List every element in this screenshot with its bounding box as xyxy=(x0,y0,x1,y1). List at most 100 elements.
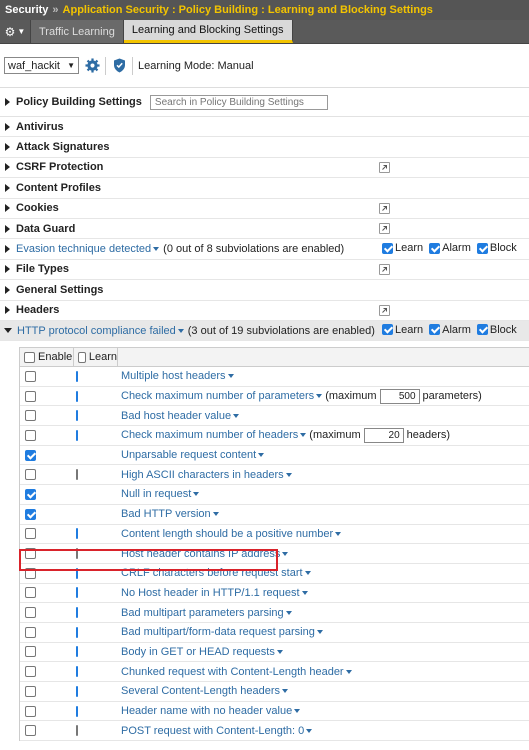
gear-icon[interactable] xyxy=(84,58,100,74)
learn-checkbox[interactable] xyxy=(382,242,393,254)
learn-checkbox[interactable] xyxy=(382,324,393,336)
section-row[interactable]: Data Guard xyxy=(0,219,529,240)
dropdown-arrow-icon[interactable] xyxy=(294,709,301,714)
dropdown-arrow-icon[interactable] xyxy=(316,630,323,635)
dropdown-arrow-icon[interactable] xyxy=(177,328,184,333)
subviolation-label[interactable]: Check maximum number of headers (maximum 2… xyxy=(121,427,450,443)
subviolation-name[interactable]: Several Content-Length headers xyxy=(121,685,280,697)
subviolation-name[interactable]: Bad HTTP version xyxy=(121,508,211,520)
dropdown-arrow-icon[interactable] xyxy=(345,669,352,674)
learn-checkbox[interactable] xyxy=(76,725,78,737)
learn-checkbox[interactable] xyxy=(76,567,78,579)
dropdown-arrow-icon[interactable] xyxy=(316,394,323,399)
learn-checkbox[interactable] xyxy=(76,528,78,540)
dropdown-arrow-icon[interactable] xyxy=(282,551,289,556)
alarm-flag[interactable]: Alarm xyxy=(427,324,471,336)
dropdown-arrow-icon[interactable] xyxy=(301,590,308,595)
block-checkbox[interactable] xyxy=(476,242,488,254)
subviolation-name[interactable]: Null in request xyxy=(121,488,191,500)
dropdown-arrow-icon[interactable] xyxy=(153,247,160,252)
section-row[interactable]: File Types xyxy=(0,260,529,281)
subviolation-name[interactable]: Multiple host headers xyxy=(121,370,226,382)
learn-flag[interactable]: Learn xyxy=(380,324,423,336)
learn-flag[interactable]: Learn xyxy=(380,242,423,254)
learn-checkbox[interactable] xyxy=(76,370,78,382)
learn-checkbox[interactable] xyxy=(76,410,78,422)
learn-checkbox[interactable] xyxy=(76,685,78,697)
dropdown-arrow-icon[interactable] xyxy=(285,472,292,477)
subviolation-name[interactable]: POST request with Content-Length: 0 xyxy=(121,725,304,737)
learn-checkbox[interactable] xyxy=(76,705,78,717)
subviolation-label[interactable]: No Host header in HTTP/1.1 request xyxy=(121,587,308,599)
subviolation-label[interactable]: Unparsable request content xyxy=(121,449,265,461)
open-external-icon[interactable] xyxy=(379,202,390,214)
limit-value-input[interactable]: 20 xyxy=(363,427,404,443)
learn-checkbox[interactable] xyxy=(76,646,78,658)
enable-all-checkbox[interactable] xyxy=(24,351,35,363)
open-external-icon[interactable] xyxy=(379,263,390,275)
learn-all-checkbox[interactable] xyxy=(78,351,86,363)
subviolation-label[interactable]: Chunked request with Content-Length head… xyxy=(121,666,352,678)
subviolation-name[interactable]: CRLF characters before request start xyxy=(121,567,303,579)
subviolation-label[interactable]: Multiple host headers xyxy=(121,370,234,382)
subviolation-name[interactable]: Chunked request with Content-Length head… xyxy=(121,666,344,678)
learn-checkbox[interactable] xyxy=(76,390,78,402)
dropdown-arrow-icon[interactable] xyxy=(282,689,288,694)
learn-checkbox[interactable] xyxy=(76,587,78,599)
subviolation-name[interactable]: No Host header in HTTP/1.1 request xyxy=(121,587,300,599)
learn-checkbox[interactable] xyxy=(76,666,78,678)
alarm-flag[interactable]: Alarm xyxy=(427,242,471,254)
subviolation-name[interactable]: Content length should be a positive numb… xyxy=(121,528,333,540)
enable-checkbox[interactable] xyxy=(25,449,36,461)
breadcrumb-path[interactable]: Application Security : Policy Building :… xyxy=(63,4,433,16)
subviolation-label[interactable]: Body in GET or HEAD requests xyxy=(121,646,283,658)
learn-checkbox[interactable] xyxy=(76,607,78,619)
alarm-checkbox[interactable] xyxy=(429,242,441,254)
section-row[interactable]: Antivirus xyxy=(0,117,529,138)
tab-learning-blocking-settings[interactable]: Learning and Blocking Settings xyxy=(123,20,293,43)
dropdown-arrow-icon[interactable] xyxy=(227,374,234,379)
section-row[interactable]: Headers xyxy=(0,301,529,321)
subviolation-name[interactable]: Check maximum number of parameters xyxy=(121,390,314,402)
section-row[interactable]: Evasion technique detected (0 out of 8 su… xyxy=(0,239,529,260)
subviolation-label[interactable]: Header name with no header value xyxy=(121,705,301,717)
open-external-icon[interactable] xyxy=(379,304,390,316)
section-row[interactable]: CSRF Protection xyxy=(0,158,529,179)
block-checkbox[interactable] xyxy=(476,324,488,336)
subviolation-label[interactable]: Check maximum number of parameters (maxim… xyxy=(121,388,482,404)
dropdown-arrow-icon[interactable] xyxy=(285,610,292,615)
dropdown-arrow-icon[interactable] xyxy=(276,649,283,654)
enable-checkbox[interactable] xyxy=(25,488,36,500)
subviolation-name[interactable]: Bad host header value xyxy=(121,410,231,422)
subviolation-label[interactable]: Bad HTTP version xyxy=(121,508,219,520)
subviolation-label[interactable]: High ASCII characters in headers xyxy=(121,469,292,481)
learn-checkbox[interactable] xyxy=(76,469,78,481)
subviolation-label[interactable]: Null in request xyxy=(121,488,200,500)
policy-building-settings-header[interactable]: Policy Building Settings xyxy=(0,88,529,117)
dropdown-arrow-icon[interactable] xyxy=(258,453,265,458)
subviolation-name[interactable]: Check maximum number of headers xyxy=(121,429,298,441)
alarm-checkbox[interactable] xyxy=(429,324,441,336)
enable-checkbox[interactable] xyxy=(25,508,36,520)
subviolation-label[interactable]: Host header contains IP address xyxy=(121,548,289,560)
subviolation-label[interactable]: Several Content-Length headers xyxy=(121,685,288,697)
open-external-icon[interactable] xyxy=(379,161,390,173)
learn-checkbox[interactable] xyxy=(76,626,78,638)
subviolation-label[interactable]: Bad multipart parameters parsing xyxy=(121,607,292,619)
section-row[interactable]: Attack Signatures xyxy=(0,137,529,158)
gear-menu-button[interactable]: ⚙ ▼ xyxy=(0,20,31,43)
subviolation-label[interactable]: Bad multipart/form-data request parsing xyxy=(121,626,323,638)
subviolation-name[interactable]: Bad multipart/form-data request parsing xyxy=(121,626,315,638)
policy-select[interactable]: waf_hackit ▼ xyxy=(4,57,79,74)
breadcrumb-root[interactable]: Security xyxy=(5,4,48,16)
subviolation-name[interactable]: Body in GET or HEAD requests xyxy=(121,646,275,658)
section-row[interactable]: HTTP protocol compliance failed (3 out of… xyxy=(0,320,529,342)
subviolation-label[interactable]: POST request with Content-Length: 0 xyxy=(121,725,313,737)
search-input[interactable] xyxy=(149,94,328,110)
tab-traffic-learning[interactable]: Traffic Learning xyxy=(31,20,124,43)
dropdown-arrow-icon[interactable] xyxy=(300,433,307,438)
subviolation-label[interactable]: Content length should be a positive numb… xyxy=(121,528,342,540)
section-row[interactable]: General Settings xyxy=(0,280,529,301)
learn-checkbox[interactable] xyxy=(76,548,78,560)
section-row[interactable]: Cookies xyxy=(0,199,529,219)
